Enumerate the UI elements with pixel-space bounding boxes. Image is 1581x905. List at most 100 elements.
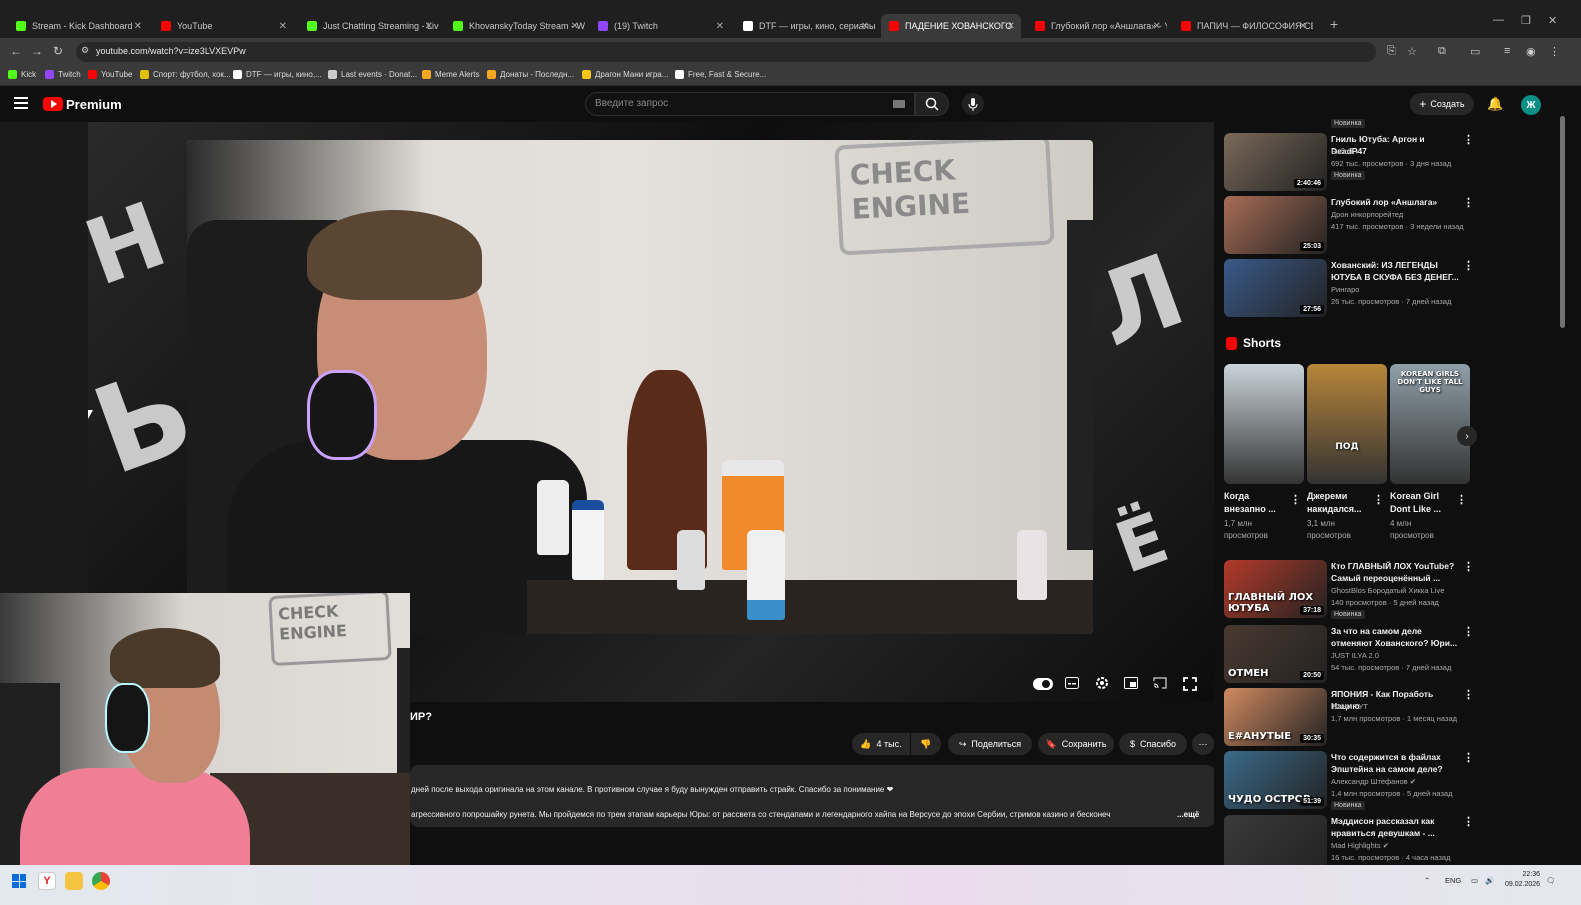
- notification-center-icon[interactable]: 🗨: [1546, 876, 1556, 885]
- short-thumbnail[interactable]: KOREAN GIRLS DON'T LIKE TALL GUYS: [1390, 364, 1470, 484]
- tab-close-icon[interactable]: ✕: [134, 21, 142, 32]
- bookmark-item[interactable]: Meme Alerts: [422, 70, 479, 79]
- miniplayer-icon[interactable]: [1124, 677, 1138, 689]
- keyboard-icon[interactable]: [893, 100, 905, 108]
- browser-tab[interactable]: Глубокий лор «Аншлага» - Yo ✕: [1027, 14, 1167, 38]
- bookmark-item[interactable]: Спорт: футбол, хок...: [140, 70, 231, 79]
- channel-name[interactable]: Mad Highlights ✔: [1331, 841, 1389, 850]
- bookmark-item[interactable]: Last events · Donat...: [328, 70, 417, 79]
- search-button[interactable]: [915, 92, 949, 116]
- tab-close-icon[interactable]: ✕: [1007, 21, 1015, 32]
- short-thumbnail[interactable]: ПОД: [1307, 364, 1387, 484]
- bookmark-item[interactable]: Twitch: [45, 70, 81, 79]
- back-icon[interactable]: ←: [10, 44, 22, 58]
- tab-close-icon[interactable]: ✕: [1299, 21, 1307, 32]
- tab-close-icon[interactable]: ✕: [1153, 21, 1161, 32]
- new-tab-button[interactable]: +: [1330, 16, 1338, 32]
- video-thumbnail[interactable]: ЧУДО ОСТРОВ 51:39: [1224, 751, 1327, 809]
- maximize-icon[interactable]: ❐: [1521, 14, 1531, 27]
- browser-tab[interactable]: (19) Twitch ✕: [590, 14, 730, 38]
- short-menu-icon[interactable]: ⋮: [1290, 493, 1301, 506]
- description-more-link[interactable]: ...ещё: [1177, 810, 1199, 819]
- chrome-icon[interactable]: [92, 872, 110, 890]
- video-thumbnail[interactable]: Е#АНУТЫЕ 30:35: [1224, 688, 1327, 746]
- video-thumbnail[interactable]: ГЛАВНЫЙ ЛОХ ЮТУБА 37:18: [1224, 560, 1327, 618]
- tab-close-icon[interactable]: ✕: [279, 21, 287, 32]
- browser-tab[interactable]: KhovanskyToday Stream - Wat ✕: [445, 14, 585, 38]
- thanks-button[interactable]: $ Спасибо: [1119, 733, 1187, 755]
- tab-close-icon[interactable]: ✕: [571, 21, 579, 32]
- tray-chevron-icon[interactable]: ⌃: [1424, 876, 1430, 885]
- reload-icon[interactable]: ↻: [53, 44, 63, 58]
- close-window-icon[interactable]: ✕: [1548, 14, 1557, 27]
- channel-name[interactable]: Дрон инкорпорейтед: [1331, 210, 1403, 219]
- youtube-logo-icon[interactable]: [43, 97, 63, 111]
- browser-tab[interactable]: ПАПИЧ — ФИЛОСОФИЯ СВО ✕: [1173, 14, 1313, 38]
- browser-tab[interactable]: ПАДЕНИЕ ХОВАНСКОГО ✕: [881, 14, 1021, 38]
- volume-icon[interactable]: 🔊: [1485, 876, 1494, 885]
- browser-menu-icon[interactable]: ⋮: [1549, 45, 1560, 58]
- browser-tab[interactable]: DTF — игры, кино, сериалы, р ✕: [735, 14, 875, 38]
- subtitles-icon[interactable]: [1065, 677, 1079, 689]
- extensions-icon[interactable]: ⧉: [1438, 45, 1446, 58]
- tab-close-icon[interactable]: ✕: [716, 21, 724, 32]
- video-thumbnail[interactable]: ОТМЕН 20:50: [1224, 625, 1327, 683]
- minimize-icon[interactable]: —: [1493, 14, 1504, 26]
- url-text[interactable]: youtube.com/watch?v=ize3LVXEVPw: [96, 46, 246, 56]
- cast-icon[interactable]: [1153, 677, 1167, 689]
- short-title[interactable]: Korean Girl Dont Like ...: [1390, 490, 1452, 516]
- channel-name[interactable]: ТОНИ ТУТ: [1331, 702, 1368, 711]
- menu-icon[interactable]: [14, 97, 28, 109]
- create-button[interactable]: + Создать: [1410, 93, 1474, 115]
- short-menu-icon[interactable]: ⋮: [1373, 493, 1384, 506]
- video-title[interactable]: Что содержится в файлах Эпштейна на само…: [1331, 751, 1459, 775]
- forward-icon[interactable]: →: [31, 44, 43, 58]
- video-thumbnail[interactable]: 2:40:46: [1224, 133, 1327, 191]
- shorts-next-button[interactable]: ›: [1457, 426, 1477, 446]
- bookmark-star-icon[interactable]: ☆: [1407, 45, 1417, 58]
- channel-name[interactable]: Бибой ✔: [1331, 147, 1361, 156]
- notifications-bell-icon[interactable]: 🔔: [1487, 96, 1503, 112]
- video-title[interactable]: Кто ГЛАВНЫЙ ЛОХ YouTube? Самый переоценё…: [1331, 560, 1459, 584]
- autoplay-toggle[interactable]: [1033, 678, 1053, 690]
- video-menu-icon[interactable]: ⋮: [1463, 196, 1474, 209]
- browser-tab[interactable]: YouTube ✕: [153, 14, 293, 38]
- tab-close-icon[interactable]: ✕: [425, 21, 433, 32]
- site-info-icon[interactable]: ⚙: [81, 45, 89, 56]
- profile-icon[interactable]: ◉: [1526, 45, 1536, 58]
- fullscreen-icon[interactable]: [1183, 677, 1197, 691]
- short-title[interactable]: Когда внезапно ...: [1224, 490, 1286, 516]
- bookmark-item[interactable]: YouTube: [88, 70, 132, 79]
- channel-name[interactable]: GhostBlos Бородатый Хикка Live: [1331, 586, 1444, 595]
- reading-list-icon[interactable]: ≡: [1504, 45, 1510, 57]
- video-title[interactable]: Мэддисон рассказал как нравиться девушка…: [1331, 815, 1459, 839]
- bookmark-item[interactable]: Free, Fast & Secure...: [675, 70, 766, 79]
- bookmark-item[interactable]: Драгон Мани игра...: [582, 70, 668, 79]
- clock[interactable]: 22:36 09.02.2026: [1505, 870, 1540, 890]
- video-menu-icon[interactable]: ⋮: [1463, 688, 1474, 701]
- more-actions-button[interactable]: ⋯: [1192, 733, 1214, 755]
- channel-name[interactable]: Рингаро: [1331, 285, 1359, 294]
- video-menu-icon[interactable]: ⋮: [1463, 133, 1474, 146]
- bookmark-item[interactable]: Донаты - Последн...: [487, 70, 574, 79]
- share-button[interactable]: ↪ Поделиться: [948, 733, 1032, 755]
- bookmark-item[interactable]: Kick: [8, 70, 36, 79]
- video-thumbnail[interactable]: 25:03: [1224, 196, 1327, 254]
- video-menu-icon[interactable]: ⋮: [1463, 259, 1474, 272]
- video-thumbnail[interactable]: 27:56: [1224, 259, 1327, 317]
- browser-tab[interactable]: Stream - Kick Dashboard ✕: [8, 14, 148, 38]
- bookmark-item[interactable]: DTF — игры, кино,...: [233, 70, 322, 79]
- save-button[interactable]: 🔖 Сохранить: [1038, 733, 1114, 755]
- video-menu-icon[interactable]: ⋮: [1463, 560, 1474, 573]
- file-explorer-icon[interactable]: [65, 872, 83, 890]
- windows-start-icon[interactable]: [12, 874, 26, 888]
- scrollbar-thumb[interactable]: [1560, 116, 1565, 328]
- video-menu-icon[interactable]: ⋮: [1463, 751, 1474, 764]
- language-indicator[interactable]: ENG: [1445, 876, 1461, 885]
- channel-name[interactable]: Александр Штефанов ✔: [1331, 777, 1416, 786]
- install-app-icon[interactable]: ⎘: [1387, 45, 1396, 58]
- short-title[interactable]: Джереми накидался...: [1307, 490, 1369, 516]
- video-menu-icon[interactable]: ⋮: [1463, 815, 1474, 828]
- voice-search-button[interactable]: [962, 93, 984, 115]
- short-menu-icon[interactable]: ⋮: [1456, 493, 1467, 506]
